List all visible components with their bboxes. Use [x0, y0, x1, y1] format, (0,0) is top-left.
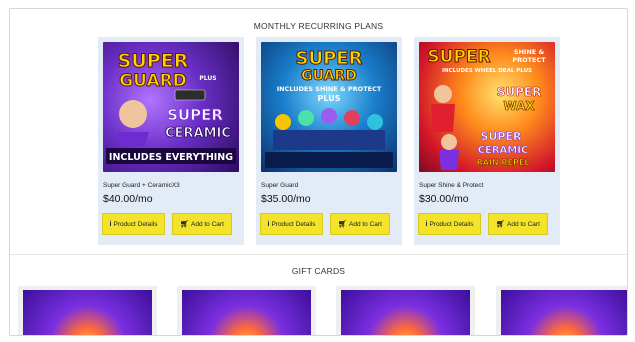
svg-text:SUPER: SUPER [296, 48, 363, 69]
svg-text:PLUS: PLUS [199, 75, 216, 82]
gift-cards-section-title: GIFT CARDS [291, 266, 346, 276]
svg-text:PROTECT: PROTECT [512, 56, 546, 64]
add-to-cart-button[interactable]: 🛒︎ Add to Cart [172, 213, 232, 235]
svg-text:PLUS: PLUS [318, 94, 341, 103]
svg-text:SHINE &: SHINE & [514, 48, 545, 56]
svg-text:WAX: WAX [503, 99, 535, 113]
plan-card-super-guard-ceramic: SUPER GUARD PLUS SUPER CERAMIC INCLUDES … [98, 37, 244, 245]
svg-text:SUPER: SUPER [167, 106, 223, 124]
gift-card-image[interactable] [501, 290, 627, 335]
gift-card-tile[interactable] [496, 286, 627, 335]
info-icon: i [425, 220, 428, 228]
plan-card-super-shine-protect: SUPER SHINE & PROTECT INCLUDES WHEEL DEA… [414, 37, 560, 245]
plan-image-super-shine-protect[interactable]: SUPER SHINE & PROTECT INCLUDES WHEEL DEA… [419, 42, 555, 172]
cart-icon: 🛒︎ [338, 221, 347, 228]
product-details-button[interactable]: i Product Details [418, 213, 481, 235]
gift-card-tile[interactable] [18, 286, 157, 335]
svg-text:CERAMIC: CERAMIC [478, 145, 529, 156]
plan-image-super-guard[interactable]: SUPER GUARD INCLUDES SHINE & PROTECT PLU… [261, 42, 397, 172]
product-details-button[interactable]: i Product Details [102, 213, 165, 235]
svg-text:INCLUDES SHINE & PROTECT: INCLUDES SHINE & PROTECT [277, 85, 382, 93]
svg-text:SUPER: SUPER [497, 85, 542, 99]
product-details-button[interactable]: i Product Details [260, 213, 323, 235]
svg-text:INCLUDES WHEEL DEAL PLUS: INCLUDES WHEEL DEAL PLUS [442, 68, 532, 74]
section-divider [10, 254, 627, 255]
svg-text:RAIN REPEL: RAIN REPEL [477, 158, 530, 167]
plan-price: $30.00/mo [419, 193, 469, 205]
svg-text:SUPER: SUPER [481, 130, 522, 143]
plan-name: Super Guard [261, 182, 299, 189]
plan-image-super-guard-ceramic[interactable]: SUPER GUARD PLUS SUPER CERAMIC INCLUDES … [103, 42, 239, 172]
cart-icon: 🛒︎ [496, 221, 505, 228]
gift-card-image[interactable] [182, 290, 311, 335]
gift-card-image[interactable] [23, 290, 152, 335]
gift-card-image[interactable] [341, 290, 470, 335]
info-icon: i [267, 220, 270, 228]
svg-text:GUARD: GUARD [301, 68, 357, 84]
plan-card-super-guard: SUPER GUARD INCLUDES SHINE & PROTECT PLU… [256, 37, 402, 245]
svg-text:INCLUDES EVERYTHING: INCLUDES EVERYTHING [109, 152, 233, 163]
add-to-cart-button[interactable]: 🛒︎ Add to Cart [488, 213, 548, 235]
svg-text:SUPER: SUPER [427, 47, 490, 67]
svg-text:GUARD: GUARD [119, 71, 187, 91]
info-icon: i [109, 220, 112, 228]
page-frame: MONTHLY RECURRING PLANS SUPER GUARD PLUS… [9, 8, 628, 336]
plan-price: $40.00/mo [103, 193, 153, 205]
add-to-cart-button[interactable]: 🛒︎ Add to Cart [330, 213, 390, 235]
plans-section-title: MONTHLY RECURRING PLANS [253, 21, 384, 31]
cart-icon: 🛒︎ [180, 221, 189, 228]
art-text: SUPER [118, 50, 189, 72]
plan-name: Super Shine & Protect [419, 182, 484, 189]
gift-card-tile[interactable] [336, 286, 475, 335]
gift-card-tile[interactable] [177, 286, 316, 335]
plan-price: $35.00/mo [261, 193, 311, 205]
svg-text:CERAMIC: CERAMIC [165, 126, 231, 141]
plan-name: Super Guard + CeramicX3 [103, 182, 180, 189]
